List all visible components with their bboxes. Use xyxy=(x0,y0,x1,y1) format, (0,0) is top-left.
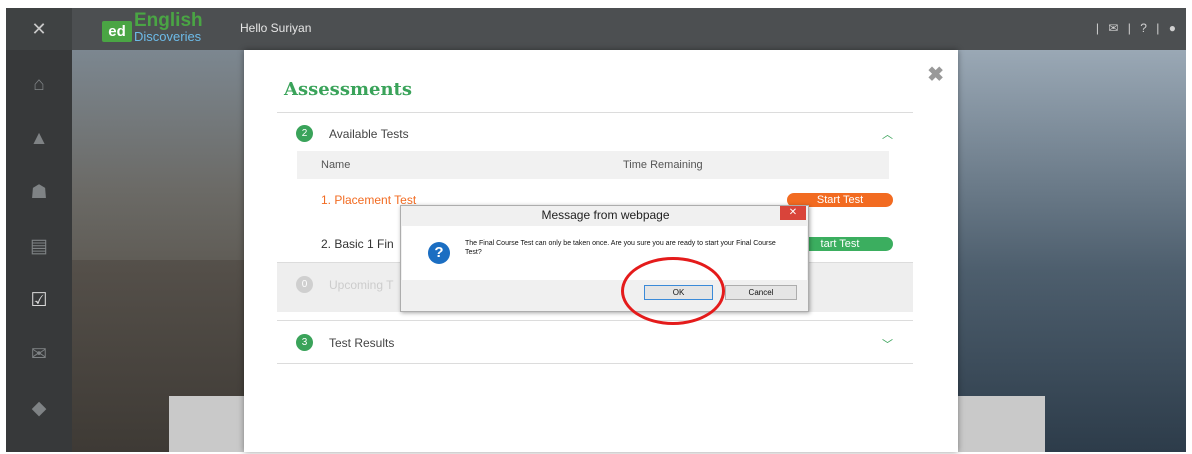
cancel-button[interactable]: Cancel xyxy=(725,285,797,300)
modal-close-icon[interactable]: ✖ xyxy=(927,62,944,87)
column-time-remaining: Time Remaining xyxy=(623,159,703,171)
divider: | xyxy=(1095,21,1100,35)
mail-icon[interactable]: ✉ xyxy=(1108,21,1118,35)
logo-word-discoveries: Discoveries xyxy=(134,29,202,44)
assessment-icon[interactable]: ☑ xyxy=(6,274,72,328)
test-results-label[interactable]: Test Results xyxy=(329,336,394,350)
dialog-body: ? The Final Course Test can only be take… xyxy=(402,226,807,280)
upcoming-count-badge: 0 xyxy=(296,276,313,293)
logo-badge: ed xyxy=(102,21,132,42)
dialog-close-button[interactable]: ✕ xyxy=(780,206,806,220)
available-count-badge: 2 xyxy=(296,125,313,142)
community-icon[interactable]: ☗ xyxy=(6,166,72,220)
chevron-down-icon[interactable]: ﹀ xyxy=(882,336,893,352)
test-results-section: 3 Test Results ﹀ xyxy=(277,320,913,364)
divider: | xyxy=(1127,21,1131,35)
divider: | xyxy=(1156,21,1160,35)
top-icons: | ✉ | ? | ● xyxy=(1090,21,1176,35)
column-name: Name xyxy=(321,159,351,171)
greeting-text: Hello Suriyan xyxy=(240,21,312,35)
dialog-message: The Final Course Test can only be taken … xyxy=(465,240,776,256)
sidebar: ⌂ ▲ ☗ ▤ ☑ ✉ ◆ xyxy=(6,50,72,452)
annotation-circle xyxy=(621,257,725,325)
top-bar: ✕ ed English Discoveries Hello Suriyan |… xyxy=(6,8,1186,50)
results-count-badge: 3 xyxy=(296,334,313,351)
question-icon: ? xyxy=(428,242,450,264)
graduation-cap-icon[interactable]: ▲ xyxy=(6,112,72,166)
chevron-up-icon[interactable]: ︿ xyxy=(882,126,893,142)
inbox-icon[interactable]: ✉ xyxy=(6,328,72,382)
test-name[interactable]: 2. Basic 1 Fin xyxy=(321,237,394,251)
book-icon[interactable]: ◆ xyxy=(6,382,72,436)
background-sea xyxy=(942,50,1186,452)
dialog-title: Message from webpage xyxy=(541,208,670,222)
tests-table-header: Name Time Remaining xyxy=(297,151,889,179)
message-dialog: Message from webpage ✕ ? The Final Cours… xyxy=(400,205,809,312)
home-icon[interactable]: ⌂ xyxy=(6,58,72,112)
modal-title: Assessments xyxy=(284,79,412,100)
close-icon[interactable]: ✕ xyxy=(6,8,72,50)
help-icon[interactable]: ? xyxy=(1140,21,1147,35)
upcoming-tests-label[interactable]: Upcoming T xyxy=(329,278,393,292)
available-tests-label[interactable]: Available Tests xyxy=(329,127,409,141)
clipboard-icon[interactable]: ▤ xyxy=(6,220,72,274)
user-icon[interactable]: ● xyxy=(1169,21,1176,35)
